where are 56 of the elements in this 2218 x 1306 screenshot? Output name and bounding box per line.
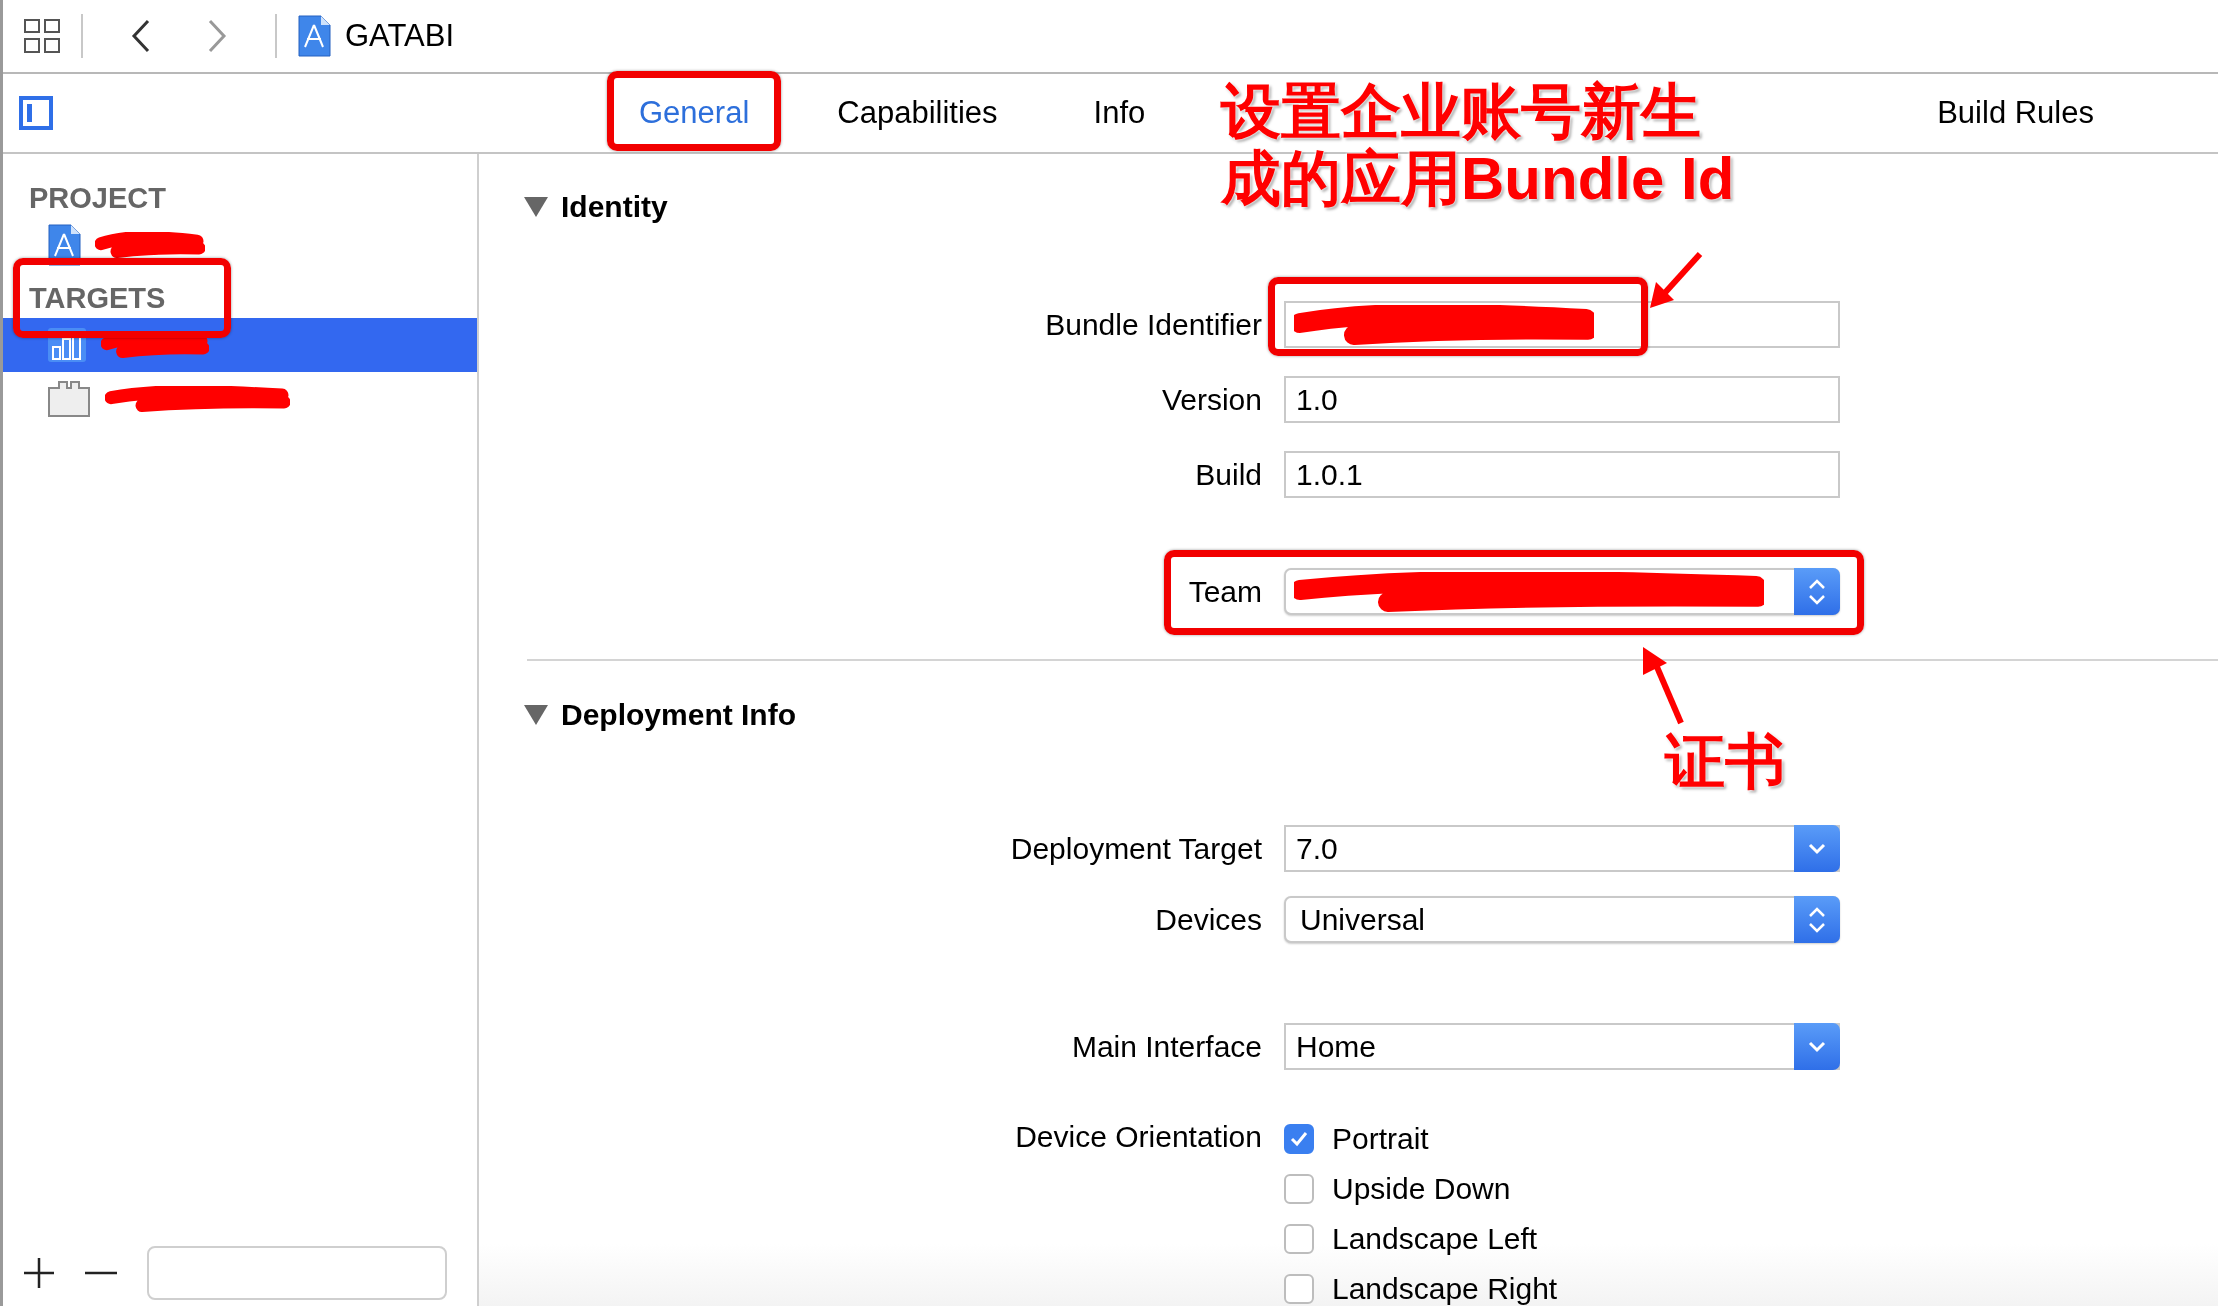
up-down-chevron-icon — [1808, 905, 1826, 934]
checkbox[interactable] — [1284, 1274, 1314, 1304]
section-title: TARGETS — [29, 282, 166, 314]
annotation-note: 证书 — [1665, 728, 1785, 796]
stepper-button[interactable] — [1794, 896, 1840, 943]
tab[interactable]: General — [625, 91, 764, 135]
checkbox-label: Landscape Left — [1332, 1222, 1538, 1256]
filter-field[interactable] — [147, 1246, 447, 1300]
field-label: Deployment Target — [1009, 831, 1262, 866]
field-label: Team — [1187, 574, 1262, 609]
tab[interactable]: Build Rules — [1923, 91, 2108, 135]
dropdown-field[interactable]: Universal — [1284, 896, 1840, 943]
checkbox-label: Upside Down — [1332, 1172, 1511, 1206]
text-field[interactable] — [1284, 301, 1840, 348]
annotation-note: 设置企业账号新生 — [1221, 78, 1701, 146]
section-title: Deployment Info — [561, 698, 796, 732]
checkbox-label: Landscape Right — [1332, 1272, 1558, 1306]
checkbox-label: Portrait — [1332, 1122, 1429, 1156]
checkbox[interactable] — [1284, 1174, 1314, 1204]
annotation-arrow — [1648, 250, 1704, 310]
stepper-button[interactable] — [1794, 568, 1840, 615]
annotation-note: 成的应用Bundle Id — [1221, 145, 1735, 213]
forward-icon[interactable] — [207, 18, 227, 54]
checkmark-icon — [1290, 1131, 1308, 1147]
checkbox[interactable] — [1284, 1224, 1314, 1254]
dropdown-button[interactable] — [1794, 1023, 1840, 1070]
disclosure-triangle-down-icon[interactable] — [523, 196, 549, 218]
field-label: Version — [1160, 382, 1262, 417]
sidebar-toggle-icon[interactable] — [19, 96, 53, 130]
field-label: Bundle Identifier — [1044, 307, 1262, 342]
field-label: Devices — [1154, 902, 1262, 937]
text-field[interactable]: 1.0 — [1284, 376, 1840, 423]
section-title: Identity — [561, 190, 668, 224]
dropdown-field[interactable] — [1284, 568, 1840, 615]
grid-icon[interactable] — [23, 18, 61, 54]
disclosure-triangle-down-icon[interactable] — [523, 704, 549, 726]
box-icon — [47, 380, 91, 418]
section-title: PROJECT — [29, 182, 166, 214]
project-file-icon — [297, 15, 331, 57]
field-label: Device Orientation — [1014, 1120, 1262, 1154]
dropdown-field[interactable]: 7.0 — [1284, 825, 1840, 872]
chevron-down-icon — [1808, 842, 1826, 855]
remove-icon[interactable] — [85, 1271, 117, 1275]
checkbox[interactable] — [1284, 1124, 1314, 1154]
project-title[interactable]: GATABI — [345, 18, 455, 54]
field-label: Build — [1194, 457, 1262, 492]
add-icon[interactable] — [23, 1257, 55, 1289]
dropdown-field[interactable]: Home — [1284, 1023, 1840, 1070]
chevron-down-icon — [1808, 1040, 1826, 1053]
up-down-chevron-icon — [1808, 577, 1826, 606]
text-field[interactable]: 1.0.1 — [1284, 451, 1840, 498]
tab[interactable]: Capabilities — [823, 91, 1012, 135]
back-icon[interactable] — [131, 18, 151, 54]
field-label: Main Interface — [1070, 1029, 1262, 1064]
tab[interactable]: Info — [1079, 91, 1160, 135]
dropdown-button[interactable] — [1794, 825, 1840, 872]
